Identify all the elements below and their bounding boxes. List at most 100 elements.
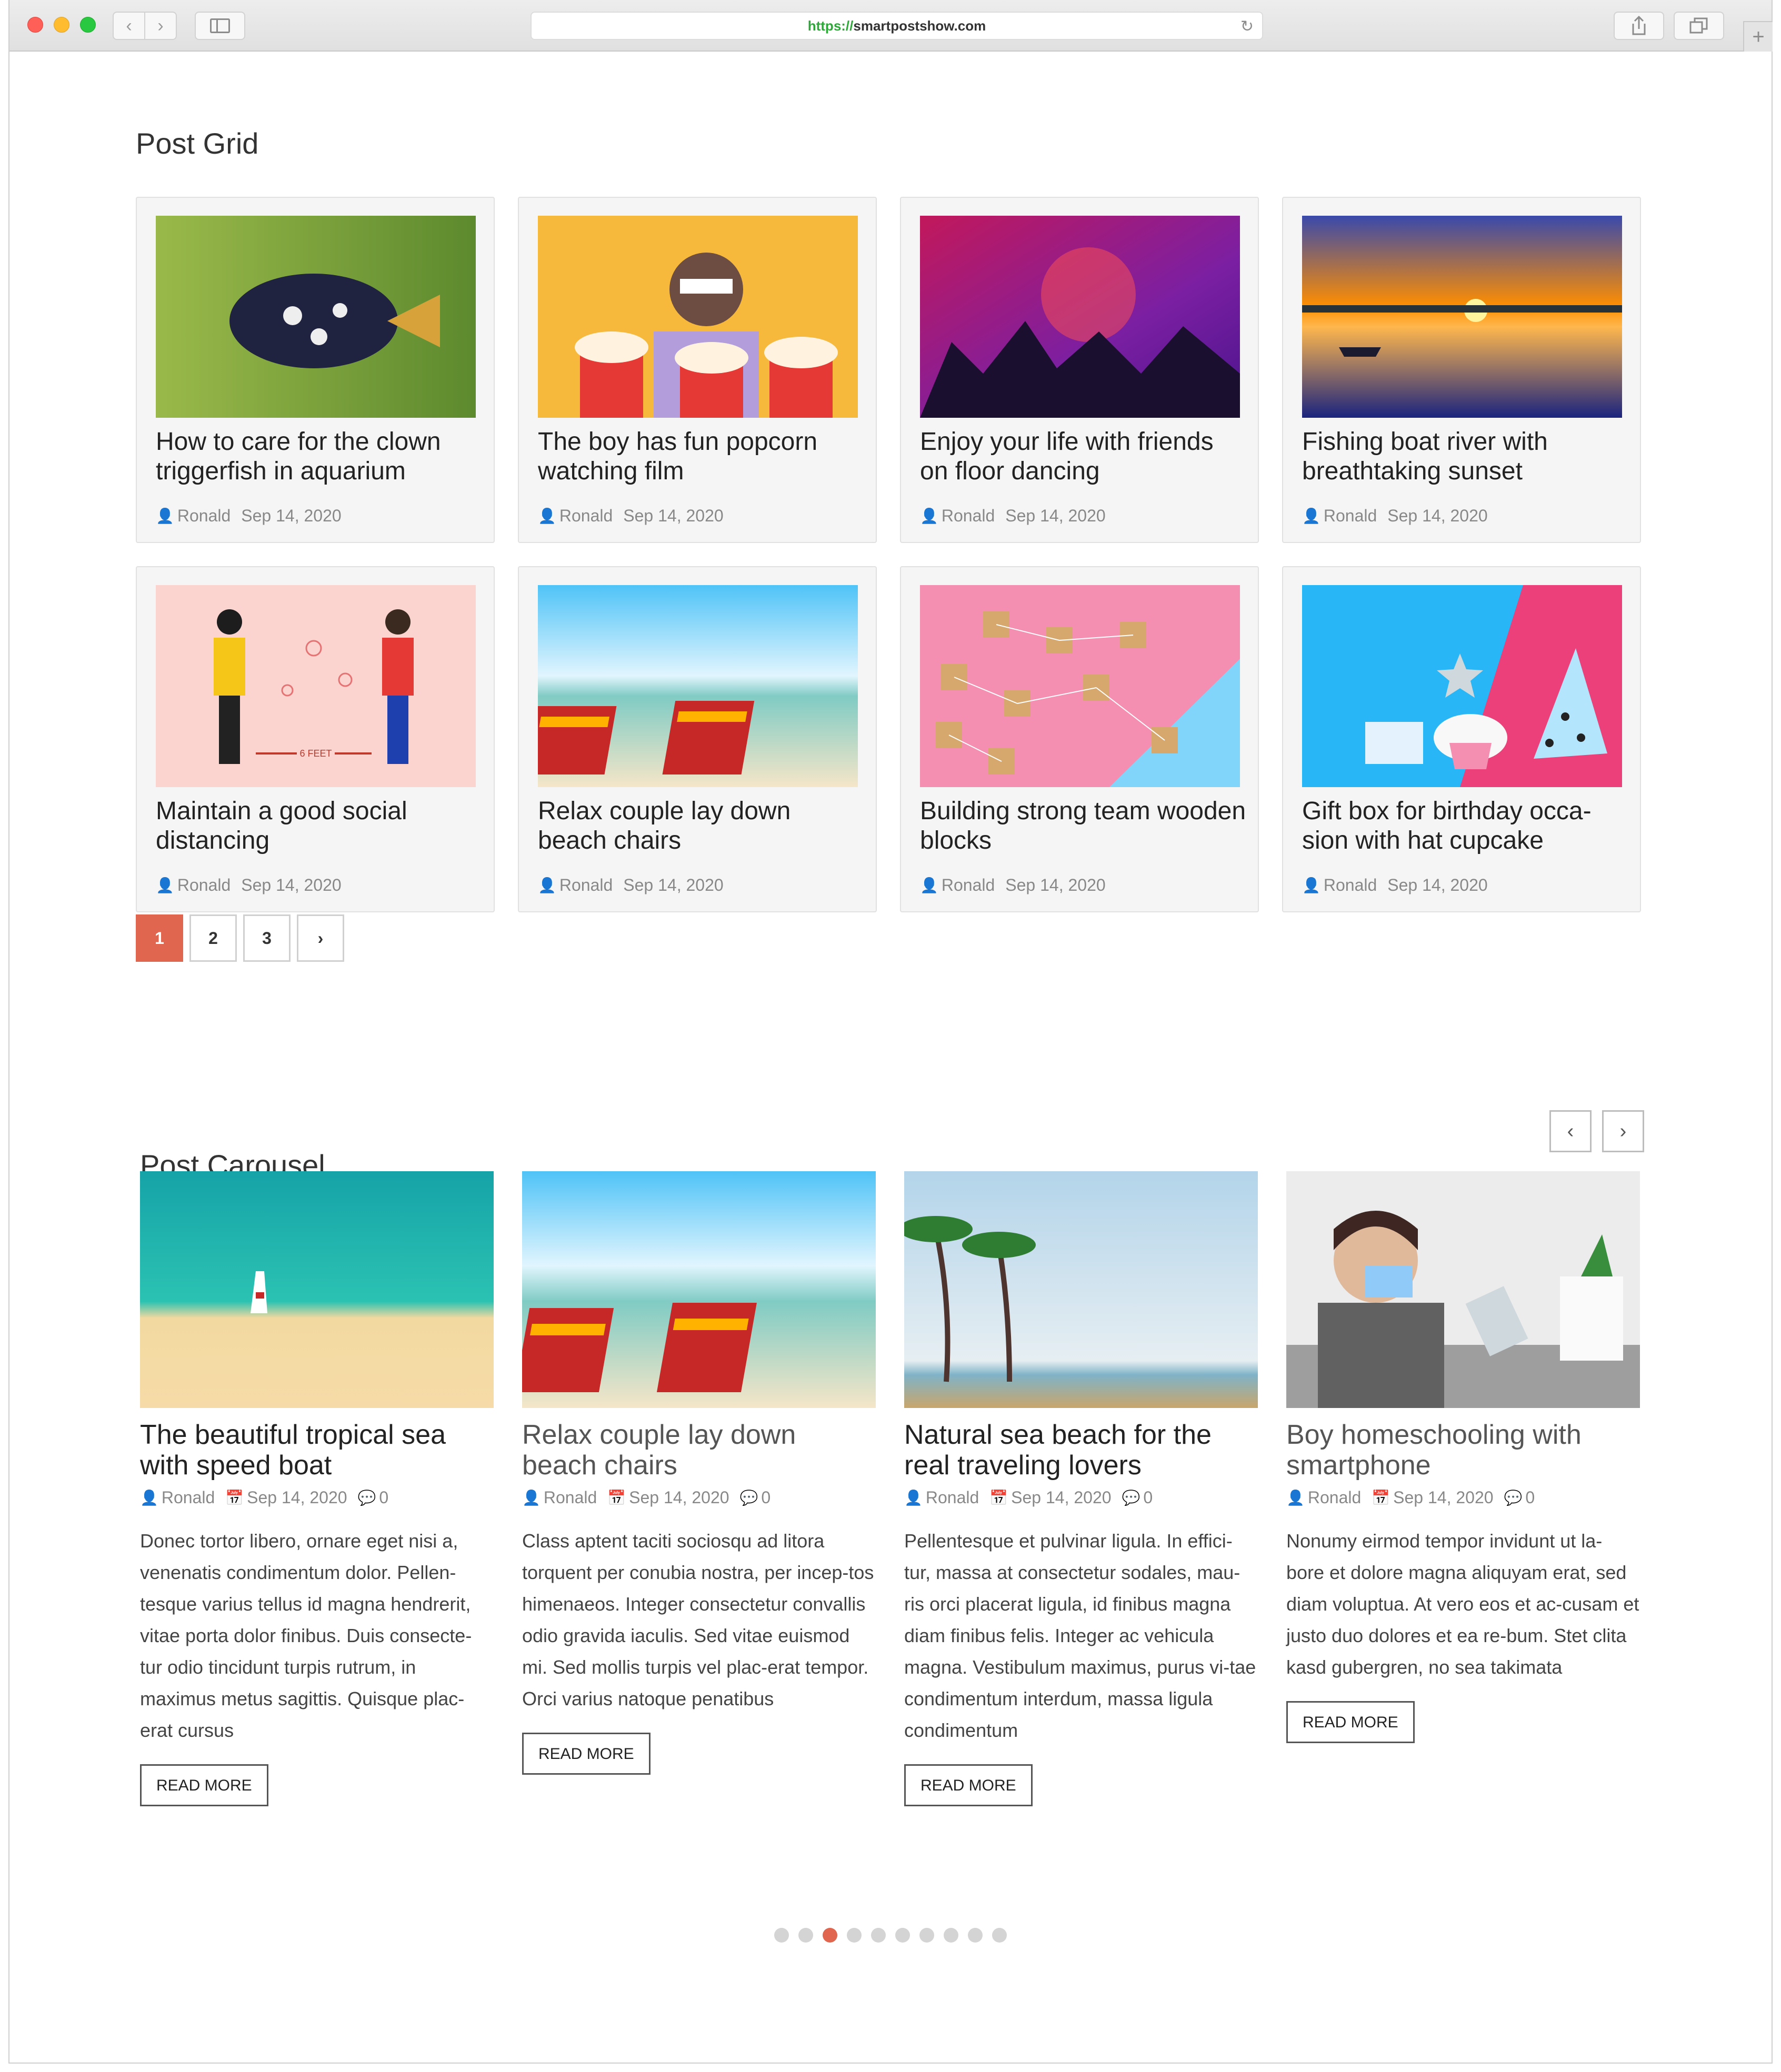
post-date: Sep 14, 2020 (241, 876, 342, 894)
zoom-window-button[interactable] (80, 17, 96, 33)
post-author[interactable]: Ronald (942, 506, 995, 526)
post-title[interactable]: Boy homeschooling with smartphone (1286, 1420, 1640, 1481)
post-comments-count[interactable]: 0 (1143, 1488, 1153, 1507)
post-author[interactable]: Ronald (926, 1488, 979, 1507)
carousel-prev-button[interactable]: ‹ (1549, 1110, 1592, 1152)
user-icon: 👤 (1302, 877, 1320, 893)
post-meta: 👤 Ronald 📅 Sep 14, 2020 💬 0 (904, 1488, 1258, 1507)
read-more-button[interactable]: READ MORE (904, 1764, 1033, 1806)
close-window-button[interactable] (27, 17, 43, 33)
post-title[interactable]: Natural sea beach for the real traveling… (904, 1420, 1258, 1481)
reload-icon[interactable]: ↻ (1240, 17, 1254, 36)
post-author[interactable]: Ronald (1308, 1488, 1361, 1507)
post-comments-count[interactable]: 0 (379, 1488, 388, 1507)
carousel-dot-2[interactable] (798, 1928, 813, 1943)
post-card[interactable]: Fishing boat river with breathtaking sun… (1282, 197, 1641, 543)
post-thumbnail[interactable] (1302, 216, 1622, 418)
chevron-right-icon: › (157, 15, 164, 36)
post-meta: 👤 Ronald Sep 14, 2020 (538, 876, 724, 895)
post-title[interactable]: Building strong team wooden blocks (920, 797, 1246, 856)
post-author[interactable]: Ronald (544, 1488, 597, 1507)
share-button[interactable] (1614, 12, 1664, 40)
post-grid-title: Post Grid (136, 127, 259, 160)
post-meta: 👤 Ronald Sep 14, 2020 (1302, 876, 1488, 895)
carousel-dot-8[interactable] (944, 1928, 958, 1943)
post-title[interactable]: How to care for the clown triggerfish in… (156, 427, 482, 486)
post-thumbnail[interactable] (904, 1171, 1258, 1408)
sidebar-toggle-button[interactable] (195, 12, 245, 40)
post-title[interactable]: The beautiful tropical sea with speed bo… (140, 1420, 494, 1481)
post-card[interactable]: Building strong team wooden blocks 👤 Ronal… (900, 566, 1259, 912)
post-card[interactable]: Enjoy your life with friends on floor da… (900, 197, 1259, 543)
comment-icon: 💬 (739, 1490, 758, 1506)
read-more-button[interactable]: READ MORE (522, 1733, 651, 1775)
post-card[interactable]: Gift box for birthday occa-sion with hat… (1282, 566, 1641, 912)
carousel-dot-3[interactable] (823, 1928, 837, 1943)
post-meta: 👤 Ronald Sep 14, 2020 (1302, 506, 1488, 526)
user-icon: 👤 (156, 877, 174, 893)
carousel-dot-4[interactable] (847, 1928, 862, 1943)
carousel-post: The beautiful tropical sea with speed bo… (140, 1171, 494, 1806)
url-host: smartpostshow.com (853, 17, 986, 34)
next-page-button[interactable]: › (297, 914, 344, 962)
post-card[interactable]: 6 FEET Maintain a good social distancing 👤… (136, 566, 495, 912)
post-author[interactable]: Ronald (162, 1488, 215, 1507)
read-more-button[interactable]: READ MORE (1286, 1701, 1415, 1743)
user-icon: 👤 (522, 1490, 541, 1506)
post-thumbnail[interactable] (920, 216, 1240, 418)
page-2-button[interactable]: 2 (189, 914, 237, 962)
new-tab-button[interactable]: + (1743, 21, 1773, 52)
post-author[interactable]: Ronald (559, 876, 613, 895)
post-comments-count[interactable]: 0 (761, 1488, 771, 1507)
carousel-dot-10[interactable] (992, 1928, 1007, 1943)
page-3-button[interactable]: 3 (243, 914, 291, 962)
post-date: Sep 14, 2020 (247, 1488, 347, 1507)
post-thumbnail[interactable] (156, 216, 476, 418)
carousel-dot-9[interactable] (968, 1928, 983, 1943)
minimize-window-button[interactable] (54, 17, 69, 33)
post-thumbnail[interactable]: 6 FEET (156, 585, 476, 787)
post-date: Sep 14, 2020 (629, 1488, 729, 1507)
post-thumbnail[interactable] (1286, 1171, 1640, 1408)
back-button[interactable]: ‹ (113, 12, 145, 40)
post-comments-count[interactable]: 0 (1525, 1488, 1535, 1507)
post-thumbnail[interactable] (538, 585, 858, 787)
post-excerpt: Pellentesque et pulvinar ligula. In effi… (904, 1530, 1256, 1741)
page-1-button[interactable]: 1 (136, 914, 183, 962)
read-more-button[interactable]: READ MORE (140, 1764, 268, 1806)
post-title[interactable]: Enjoy your life with friends on floor da… (920, 427, 1246, 486)
post-title[interactable]: Maintain a good social distancing (156, 797, 482, 856)
post-title[interactable]: The boy has fun popcorn watching film (538, 427, 864, 486)
carousel-next-button[interactable]: › (1602, 1110, 1644, 1152)
post-author[interactable]: Ronald (177, 506, 231, 526)
user-icon: 👤 (920, 877, 938, 893)
post-author[interactable]: Ronald (942, 876, 995, 895)
post-title[interactable]: Fishing boat river with breathtaking sun… (1302, 427, 1628, 486)
post-thumbnail[interactable] (522, 1171, 876, 1408)
post-card[interactable]: How to care for the clown triggerfish in… (136, 197, 495, 543)
forward-button[interactable]: › (144, 12, 177, 40)
carousel-dot-5[interactable] (871, 1928, 886, 1943)
carousel-dot-6[interactable] (895, 1928, 910, 1943)
show-tabs-button[interactable] (1674, 12, 1724, 40)
pagination: 1 2 3 › (136, 914, 344, 962)
post-card[interactable]: The boy has fun popcorn watching film 👤 Ro… (518, 197, 877, 543)
calendar-icon: 📅 (1372, 1490, 1390, 1506)
post-title[interactable]: Relax couple lay down beach chairs (522, 1420, 876, 1481)
carousel-dot-1[interactable] (774, 1928, 789, 1943)
post-title[interactable]: Gift box for birthday occa-sion with hat… (1302, 797, 1628, 856)
post-author[interactable]: Ronald (1324, 506, 1377, 526)
calendar-icon: 📅 (989, 1490, 1008, 1506)
post-thumbnail[interactable] (538, 216, 858, 418)
address-bar[interactable]: https://smartpostshow.com ↻ (531, 12, 1263, 40)
post-card[interactable]: Relax couple lay down beach chairs 👤 Ronal… (518, 566, 877, 912)
post-thumbnail[interactable] (140, 1171, 494, 1408)
carousel-dot-7[interactable] (919, 1928, 934, 1943)
user-icon: 👤 (920, 508, 938, 524)
post-author[interactable]: Ronald (1324, 876, 1377, 895)
post-author[interactable]: Ronald (177, 876, 231, 895)
post-thumbnail[interactable] (920, 585, 1240, 787)
post-thumbnail[interactable] (1302, 585, 1622, 787)
post-author[interactable]: Ronald (559, 506, 613, 526)
post-title[interactable]: Relax couple lay down beach chairs (538, 797, 864, 856)
